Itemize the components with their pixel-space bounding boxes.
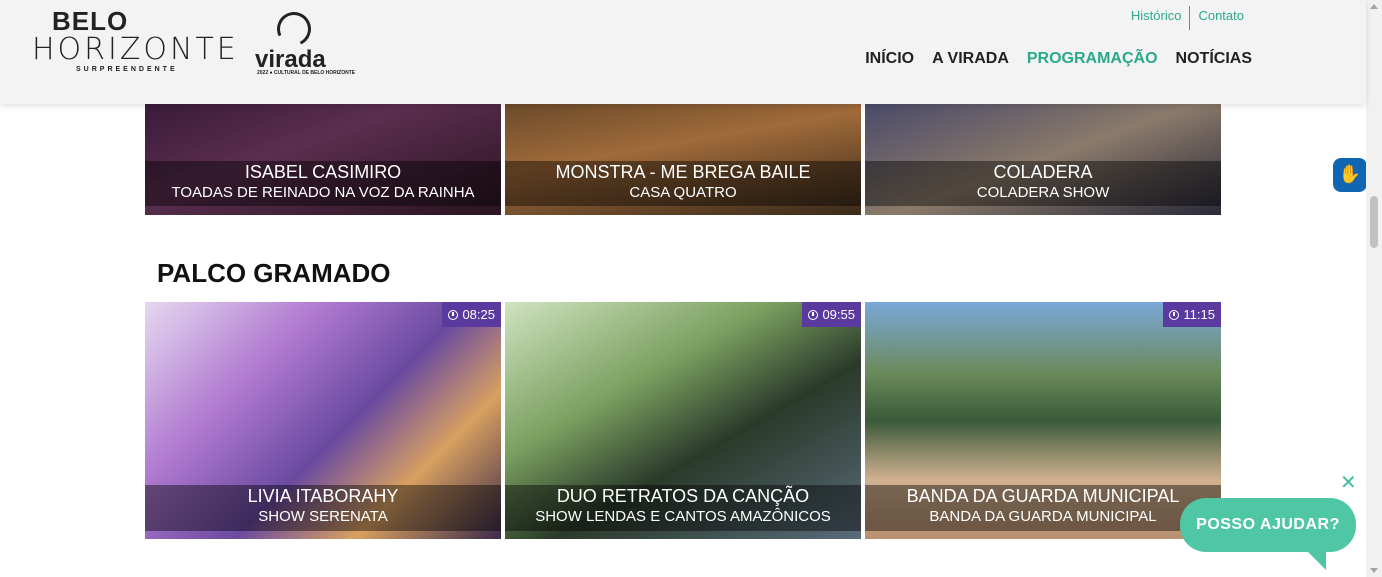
event-title: LIVIA ITABORAHY bbox=[247, 486, 399, 506]
event-caption: ISABEL CASIMIRO TOADAS DE REINADO NA VOZ… bbox=[145, 161, 501, 206]
nav-a-virada[interactable]: A VIRADA bbox=[932, 50, 1009, 68]
site-header: BELO HORIZONTE SURPREENDENTE virada 2022… bbox=[0, 0, 1366, 104]
hand-sign-icon: ✋ bbox=[1338, 164, 1362, 185]
scrollbar-thumb[interactable] bbox=[1370, 196, 1378, 248]
virada-ring-icon bbox=[272, 7, 316, 51]
time-badge: 09:55 bbox=[802, 302, 861, 327]
event-title: BANDA DA GUARDA MUNICIPAL bbox=[906, 486, 1180, 506]
nav-inicio[interactable]: INÍCIO bbox=[865, 50, 914, 68]
sign-language-accessibility-button[interactable]: ✋ bbox=[1333, 158, 1367, 192]
event-subtitle: CASA QUATRO bbox=[629, 184, 737, 201]
event-card-banda-guarda[interactable]: 11:15 BANDA DA GUARDA MUNICIPAL BANDA DA… bbox=[865, 302, 1221, 539]
clock-icon bbox=[1169, 309, 1180, 320]
nav-programacao[interactable]: PROGRAMAÇÃO bbox=[1027, 50, 1158, 68]
help-chat-bubble[interactable]: POSSO AJUDAR? bbox=[1180, 498, 1356, 570]
logo-line-2: HORIZONTE bbox=[32, 32, 239, 67]
event-title: MONSTRA - ME BREGA BAILE bbox=[555, 162, 811, 182]
event-subtitle: SHOW LENDAS E CANTOS AMAZÔNICOS bbox=[535, 508, 831, 525]
event-caption: DUO RETRATOS DA CANÇÃO SHOW LENDAS E CAN… bbox=[505, 485, 861, 531]
scroll-down-arrow-icon[interactable] bbox=[1370, 568, 1378, 573]
time-badge: 11:15 bbox=[1163, 302, 1221, 327]
event-subtitle: TOADAS DE REINADO NA VOZ DA RAINHA bbox=[171, 184, 475, 201]
event-subtitle: SHOW SERENATA bbox=[258, 508, 388, 525]
event-subtitle: BANDA DA GUARDA MUNICIPAL bbox=[929, 508, 1157, 525]
event-card-duo-retratos[interactable]: 09:55 DUO RETRATOS DA CANÇÃO SHOW LENDAS… bbox=[505, 302, 861, 539]
belo-horizonte-logo[interactable]: BELO HORIZONTE SURPREENDENTE bbox=[32, 6, 236, 76]
page-scrollbar[interactable] bbox=[1366, 0, 1382, 577]
event-card-isabel-casimiro[interactable]: ISABEL CASIMIRO TOADAS DE REINADO NA VOZ… bbox=[145, 104, 501, 215]
event-title: DUO RETRATOS DA CANÇÃO bbox=[556, 486, 810, 506]
event-title: COLADERA bbox=[993, 162, 1093, 182]
time-text: 09:55 bbox=[822, 307, 855, 322]
time-text: 08:25 bbox=[462, 307, 495, 322]
scroll-up-arrow-icon[interactable] bbox=[1370, 4, 1378, 9]
event-subtitle: COLADERA SHOW bbox=[976, 184, 1110, 201]
virada-logo[interactable]: virada 2022 ● CULTURAL DE BELO HORIZONTE bbox=[255, 7, 355, 82]
logo-line-3: SURPREENDENTE bbox=[76, 66, 178, 73]
time-text: 11:15 bbox=[1183, 307, 1215, 322]
clock-icon bbox=[808, 309, 819, 320]
nav-noticias[interactable]: NOTÍCIAS bbox=[1176, 50, 1252, 68]
main-nav: INÍCIO A VIRADA PROGRAMAÇÃO NOTÍCIAS bbox=[865, 50, 1252, 68]
link-contato[interactable]: Contato bbox=[1190, 6, 1252, 30]
top-links: Histórico Contato bbox=[1123, 6, 1252, 30]
event-card-coladera[interactable]: COLADERA COLADERA SHOW bbox=[865, 104, 1221, 215]
virada-logo-subtitle: 2022 ● CULTURAL DE BELO HORIZONTE bbox=[257, 70, 356, 76]
link-historico[interactable]: Histórico bbox=[1123, 6, 1190, 30]
section-title: PALCO GRAMADO bbox=[157, 258, 391, 288]
event-title: ISABEL CASIMIRO bbox=[244, 162, 402, 182]
event-caption: COLADERA COLADERA SHOW bbox=[865, 161, 1221, 206]
clock-icon bbox=[448, 309, 459, 320]
event-caption: BANDA DA GUARDA MUNICIPAL BANDA DA GUARD… bbox=[865, 485, 1221, 531]
event-card-livia-itaborahy[interactable]: 08:25 LIVIA ITABORAHY SHOW SERENATA bbox=[145, 302, 501, 539]
close-help-button[interactable]: ✕ bbox=[1340, 470, 1357, 494]
time-badge: 08:25 bbox=[442, 302, 501, 327]
event-caption: MONSTRA - ME BREGA BAILE CASA QUATRO bbox=[505, 161, 861, 206]
event-card-monstra[interactable]: MONSTRA - ME BREGA BAILE CASA QUATRO bbox=[505, 104, 861, 215]
event-caption: LIVIA ITABORAHY SHOW SERENATA bbox=[145, 485, 501, 531]
